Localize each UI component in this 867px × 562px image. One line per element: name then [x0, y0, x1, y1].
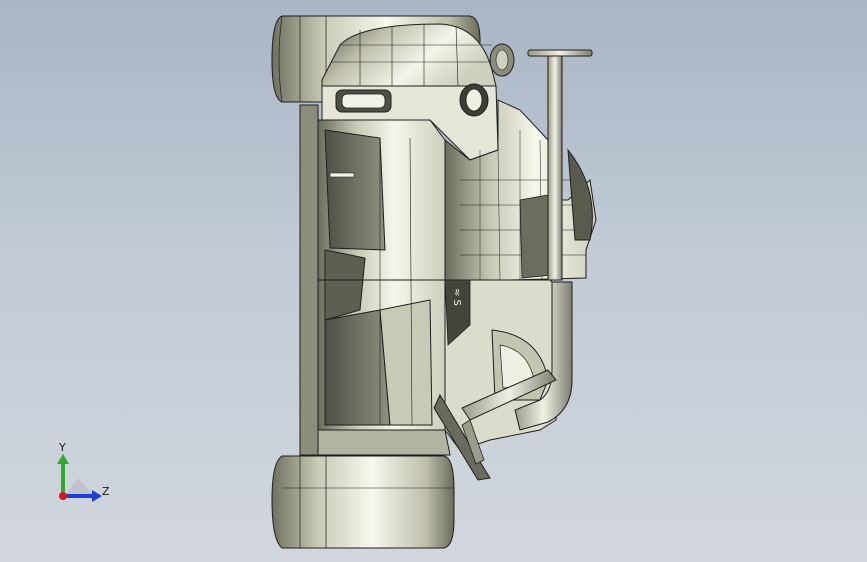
cad-model-view[interactable]: ≈ S [0, 0, 867, 562]
body-decal: ≈ S [451, 288, 462, 306]
z-axis-arrow [92, 490, 102, 502]
triad-axes [57, 454, 102, 502]
mirror-knob[interactable] [489, 43, 515, 77]
bottom-wheel[interactable] [271, 455, 455, 549]
x-axis-dot [59, 492, 67, 500]
body-side-panel[interactable] [299, 104, 451, 456]
graphics-viewport[interactable]: ≈ S Y Z [0, 0, 867, 562]
y-axis-arrow [57, 454, 69, 464]
orientation-triad: Y Z [44, 438, 124, 518]
triad-label-y: Y [59, 441, 66, 454]
triad-label-z: Z [102, 485, 110, 498]
